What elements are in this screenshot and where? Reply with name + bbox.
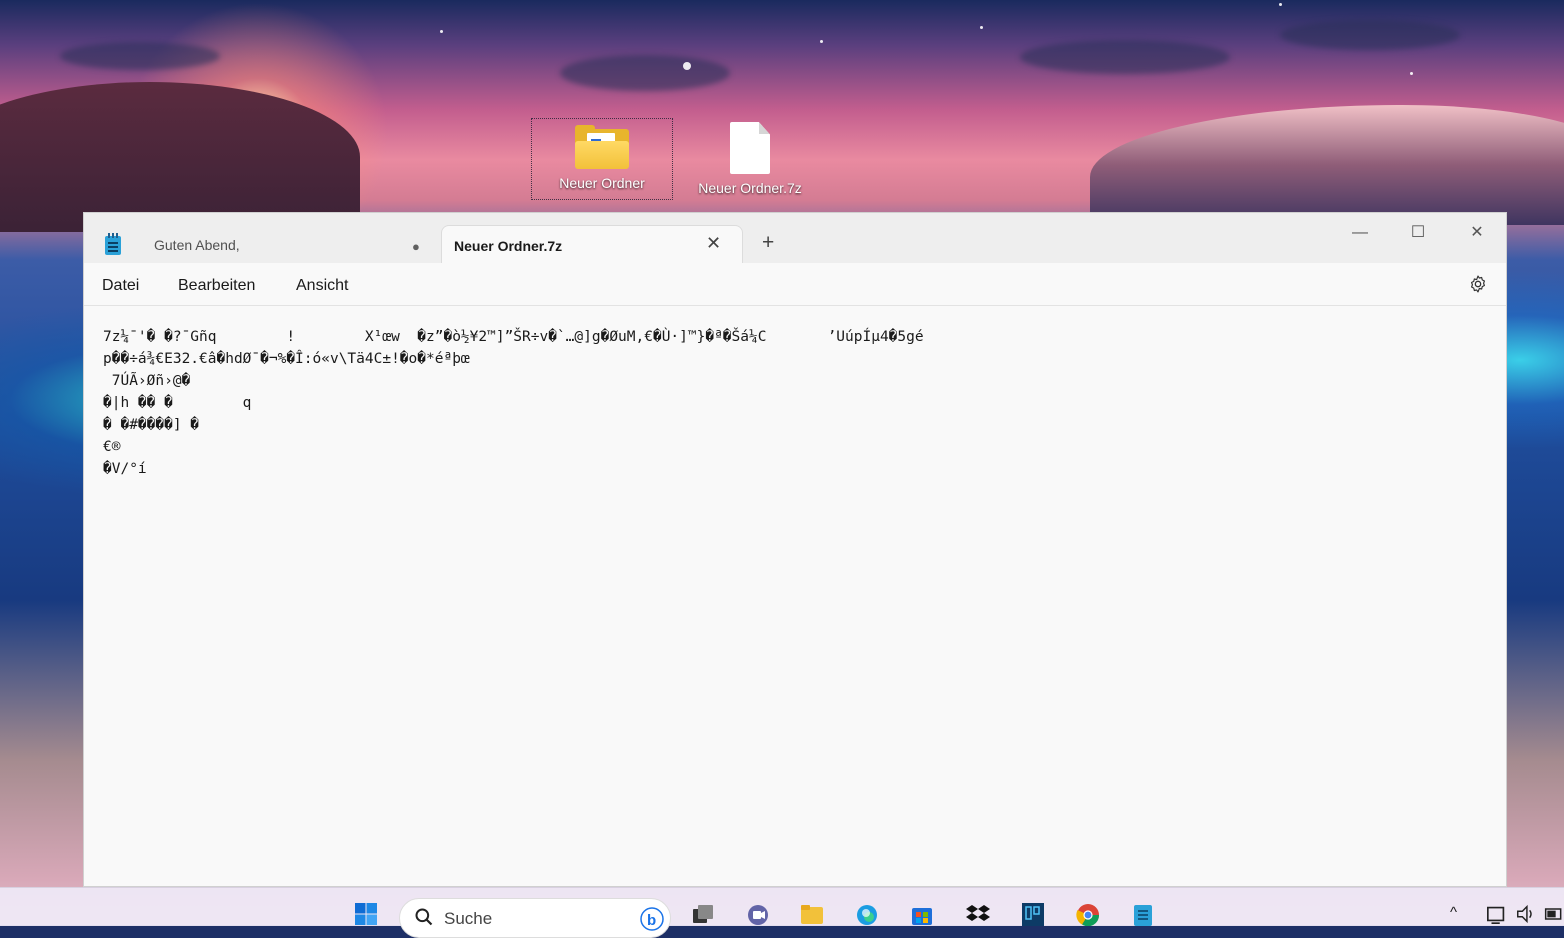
- editor-line: 7ÚÃ›Øñ›@�: [103, 373, 191, 389]
- wallpaper-star: [820, 40, 823, 43]
- maximize-button[interactable]: ☐: [1395, 219, 1441, 247]
- unsaved-indicator-icon[interactable]: ●: [412, 239, 420, 254]
- wallpaper-cloud: [60, 42, 220, 70]
- gear-icon[interactable]: [1468, 274, 1488, 294]
- chrome-icon[interactable]: [1074, 902, 1102, 926]
- wallpaper-star: [1279, 3, 1282, 6]
- teams-icon[interactable]: [744, 902, 772, 926]
- desktop-icon-archive[interactable]: Neuer Ordner.7z: [679, 118, 821, 200]
- close-button[interactable]: ✕: [1454, 219, 1500, 247]
- file-icon: [730, 122, 770, 174]
- store-icon[interactable]: [908, 902, 936, 926]
- tab-close-icon[interactable]: ✕: [706, 233, 721, 253]
- wallpaper-cloud: [1020, 40, 1230, 74]
- wallpaper-cloud: [560, 55, 730, 91]
- minimize-button[interactable]: —: [1337, 219, 1383, 247]
- desktop-icon-folder[interactable]: Neuer Ordner: [531, 118, 673, 200]
- battery-icon[interactable]: [1544, 902, 1564, 926]
- network-icon[interactable]: [1486, 902, 1508, 926]
- tray-chevron-icon[interactable]: ^: [1450, 904, 1457, 921]
- edge-icon[interactable]: [853, 902, 881, 926]
- editor-line: � �#����] �: [103, 417, 200, 433]
- menu-ansicht[interactable]: Ansicht: [296, 277, 348, 295]
- notepad-taskbar-icon[interactable]: [1129, 902, 1157, 926]
- desktop-icon-label: Neuer Ordner.7z: [698, 180, 802, 196]
- taskbar: Suche b ^: [0, 887, 1564, 938]
- menu-bar: Datei Bearbeiten Ansicht: [84, 263, 1506, 306]
- app-icon[interactable]: [1019, 902, 1047, 926]
- wallpaper-cloud: [1280, 20, 1460, 50]
- folder-icon: [575, 125, 629, 169]
- wallpaper-star: [1410, 72, 1413, 75]
- windows-start-icon[interactable]: [352, 902, 380, 926]
- volume-icon[interactable]: [1515, 902, 1537, 926]
- wallpaper-star: [683, 62, 691, 70]
- wallpaper-star: [440, 30, 443, 33]
- editor-line: �|h �� � q: [103, 395, 252, 411]
- tab-title: Neuer Ordner.7z: [454, 238, 563, 254]
- svg-text:b: b: [647, 912, 656, 929]
- text-editor[interactable]: 7z¼¯'� �?¯Gñq ! X¹œw �z”�ò½¥2™]”ŠR÷v�`…@…: [84, 306, 1506, 886]
- dropbox-icon[interactable]: [964, 902, 992, 926]
- title-bar[interactable]: Guten Abend, ● Neuer Ordner.7z ✕ + — ☐ ✕: [84, 213, 1506, 264]
- menu-bearbeiten[interactable]: Bearbeiten: [178, 277, 255, 295]
- editor-line: €®: [103, 439, 121, 455]
- tab-guten-abend[interactable]: Guten Abend, ●: [140, 225, 440, 263]
- bing-icon[interactable]: b: [640, 907, 664, 931]
- desktop-icon-label: Neuer Ordner: [559, 175, 645, 191]
- taskbar-search[interactable]: Suche b: [399, 898, 671, 938]
- search-icon: [415, 908, 433, 926]
- menu-datei[interactable]: Datei: [102, 277, 139, 295]
- editor-line: p��÷á¾€E32.€â�hdØ¯�¬%�Î:ó«v\Tä4C±!�o�*éª…: [103, 351, 470, 367]
- editor-line: �V/°í: [103, 461, 147, 477]
- notepad-icon: [104, 233, 122, 255]
- search-placeholder: Suche: [444, 909, 493, 928]
- new-tab-button[interactable]: +: [762, 231, 774, 255]
- tab-neuer-ordner-7z[interactable]: Neuer Ordner.7z ✕: [441, 225, 743, 264]
- wallpaper-star: [980, 26, 983, 29]
- tab-title: Guten Abend,: [154, 237, 240, 253]
- file-explorer-icon[interactable]: [798, 902, 826, 926]
- notepad-window: Guten Abend, ● Neuer Ordner.7z ✕ + — ☐ ✕…: [83, 212, 1507, 887]
- editor-content[interactable]: 7z¼¯'� �?¯Gñq ! X¹œw �z”�ò½¥2™]”ŠR÷v�`…@…: [103, 326, 1486, 480]
- editor-line: 7z¼¯'� �?¯Gñq ! X¹œw �z”�ò½¥2™]”ŠR÷v�`…@…: [103, 329, 924, 345]
- task-view-icon[interactable]: [689, 902, 717, 926]
